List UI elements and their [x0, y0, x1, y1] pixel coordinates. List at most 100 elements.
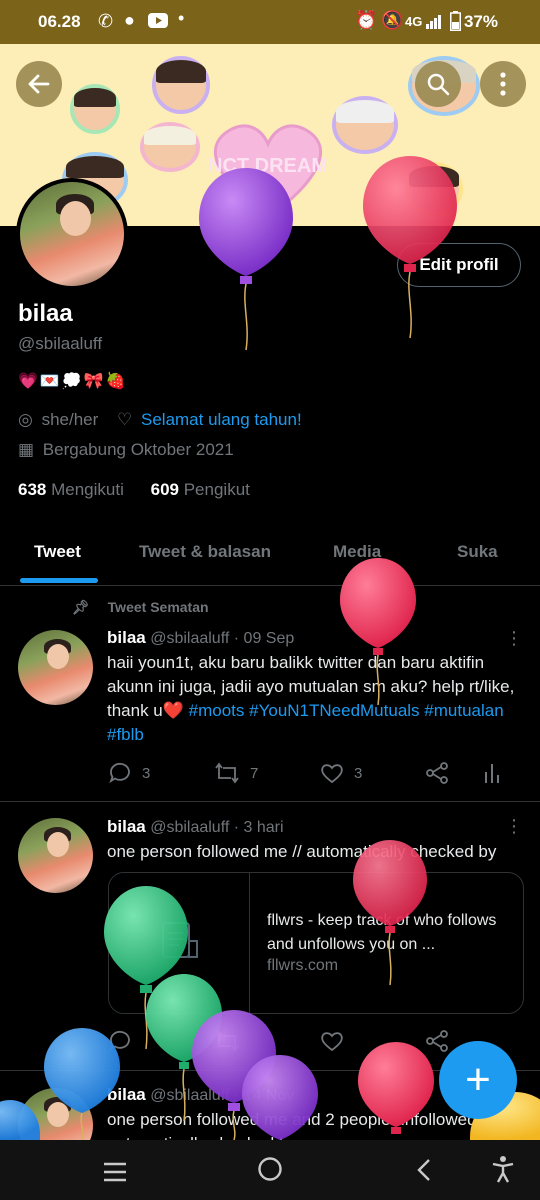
link-card-title: fllwrs - keep track of who follows and u…: [267, 912, 497, 953]
like-count: 3: [354, 764, 363, 782]
tweet-avatar[interactable]: [18, 818, 93, 893]
analytics-icon: [485, 764, 499, 783]
tweet-time: · 3 hari: [233, 819, 284, 836]
profile-pronouns: she/her: [41, 410, 99, 429]
share-icon: [426, 762, 448, 784]
retweet-icon: [215, 762, 239, 784]
menu-lines-icon: [104, 1162, 126, 1182]
edit-profile-button[interactable]: Edit profil: [397, 243, 521, 287]
profile-bio: 💗💌💭🎀🍓: [18, 373, 128, 390]
analytics-button[interactable]: [483, 762, 501, 784]
back-button[interactable]: [16, 61, 62, 107]
reply-count: 3: [142, 764, 151, 782]
heart-icon: [321, 1032, 343, 1052]
mute-icon: 🔕: [381, 10, 404, 30]
reply-button[interactable]: [108, 1030, 132, 1052]
tweet-author-name[interactable]: bilaa: [107, 817, 146, 836]
home-circle-icon: [258, 1157, 282, 1181]
banner-face-sticker: [70, 84, 120, 134]
system-nav-bar: [0, 1140, 540, 1200]
back-arrow-icon: [28, 74, 50, 94]
birthday-link[interactable]: Selamat ulang tahun!: [141, 410, 302, 429]
followers-link[interactable]: 609 Pengikut: [151, 480, 250, 499]
recent-apps-button[interactable]: [102, 1158, 128, 1190]
tweet-divider: [0, 801, 540, 802]
profile-handle: @sbilaaluff: [18, 334, 103, 353]
tweet-more-icon[interactable]: ⋮: [505, 816, 523, 837]
heart-icon: [321, 764, 343, 784]
status-bar: 06.28 ✆ ● • ⏰ 🔕 4G 37%: [0, 0, 540, 44]
tweet-header: bilaa @sbilaaluff · 09 Sep: [107, 628, 294, 648]
followers-count: 609: [150, 480, 179, 499]
youtube-icon: [148, 13, 168, 33]
network-label: 4G: [405, 14, 423, 29]
tweet-more-icon[interactable]: ⋮: [505, 628, 523, 649]
share-button[interactable]: [425, 1030, 449, 1052]
following-link[interactable]: 638 Mengikuti: [18, 480, 124, 499]
banner-text: NCT DREAM: [210, 155, 326, 177]
battery-level: 37%: [463, 12, 498, 31]
follow-stats: 638 Mengikuti 609 Pengikut: [18, 480, 250, 500]
accessibility-icon: [492, 1156, 514, 1183]
balloon-icon: ♡: [117, 410, 133, 429]
profile-joined-row: ▦ Bergabung Oktober 2021: [18, 440, 234, 460]
home-button[interactable]: [257, 1156, 283, 1189]
tweet-author-handle: @sbilaaluff: [150, 630, 230, 647]
profile-meta-row: ◎ she/her ♡ Selamat ulang tahun!: [18, 410, 302, 430]
retweet-button[interactable]: [214, 1030, 240, 1052]
banner-face-sticker: [332, 96, 398, 154]
reply-button[interactable]: 3: [108, 762, 150, 784]
pinned-row: 📌︎ Tweet Sematan: [72, 599, 209, 616]
tweet-author-name[interactable]: bilaa: [107, 1085, 146, 1104]
tweet-author-handle: @sbilaaluff: [150, 819, 230, 836]
retweet-button[interactable]: 7: [214, 762, 258, 784]
active-tab-indicator: [20, 578, 98, 583]
tweet-time: · 09 Sep: [233, 630, 295, 647]
banner-face-sticker: [405, 162, 463, 216]
tweet-avatar[interactable]: [18, 630, 93, 705]
tab-tweet-replies[interactable]: Tweet & balasan: [139, 542, 271, 562]
status-time: 06.28: [38, 12, 81, 31]
profile-avatar[interactable]: [16, 178, 128, 290]
following-count: 638: [18, 480, 47, 499]
alarm-icon: ⏰: [355, 10, 378, 30]
like-button[interactable]: 3: [320, 762, 362, 784]
tweet-author-handle: @sbilaaluff: [150, 1087, 230, 1104]
tweet-author-name[interactable]: bilaa: [107, 628, 146, 647]
tab-tweet[interactable]: Tweet: [34, 542, 81, 562]
compose-tweet-button[interactable]: +: [439, 1041, 517, 1119]
share-icon: [426, 1030, 448, 1052]
link-card[interactable]: fllwrs - keep track of who follows and u…: [108, 872, 524, 1014]
location-pin-icon: ◎: [18, 410, 33, 429]
pin-icon: 📌︎: [72, 599, 90, 615]
document-icon: [162, 922, 198, 958]
more-button[interactable]: [480, 61, 526, 107]
whatsapp-icon: ✆: [98, 11, 114, 31]
followers-label: Pengikut: [183, 480, 250, 499]
chat-bubble-icon: ●: [124, 10, 135, 30]
reply-icon: [109, 762, 130, 784]
banner-face-sticker: [152, 56, 210, 114]
tweet-header: bilaa @sbilaaluff · 14 Nov: [107, 1085, 294, 1105]
signal-icon: [426, 13, 442, 34]
profile-joined: Bergabung Oktober 2021: [42, 440, 234, 459]
nct-dream-heart-logo: NCT DREAM: [210, 124, 326, 219]
back-nav-button[interactable]: [416, 1157, 432, 1189]
like-button[interactable]: [320, 1030, 344, 1052]
tweet-time: · 14 Nov: [233, 1087, 295, 1104]
dot-icon: •: [178, 8, 185, 28]
calendar-icon: ▦: [18, 440, 35, 459]
tweet-text: haii youn1t, aku baru balikk twitter dan…: [107, 651, 522, 747]
tab-media[interactable]: Media: [333, 542, 381, 562]
share-button[interactable]: [425, 762, 449, 784]
reply-icon: [109, 1030, 130, 1052]
banner-face-sticker: [140, 122, 200, 172]
accessibility-button[interactable]: [491, 1155, 515, 1190]
more-vertical-icon: [500, 72, 506, 96]
link-card-thumbnail: [109, 873, 250, 1013]
tab-likes[interactable]: Suka: [457, 542, 498, 562]
pinned-label: Tweet Sematan: [107, 599, 209, 615]
search-icon: [427, 73, 450, 96]
battery-icon: [450, 11, 461, 36]
search-button[interactable]: [415, 61, 461, 107]
